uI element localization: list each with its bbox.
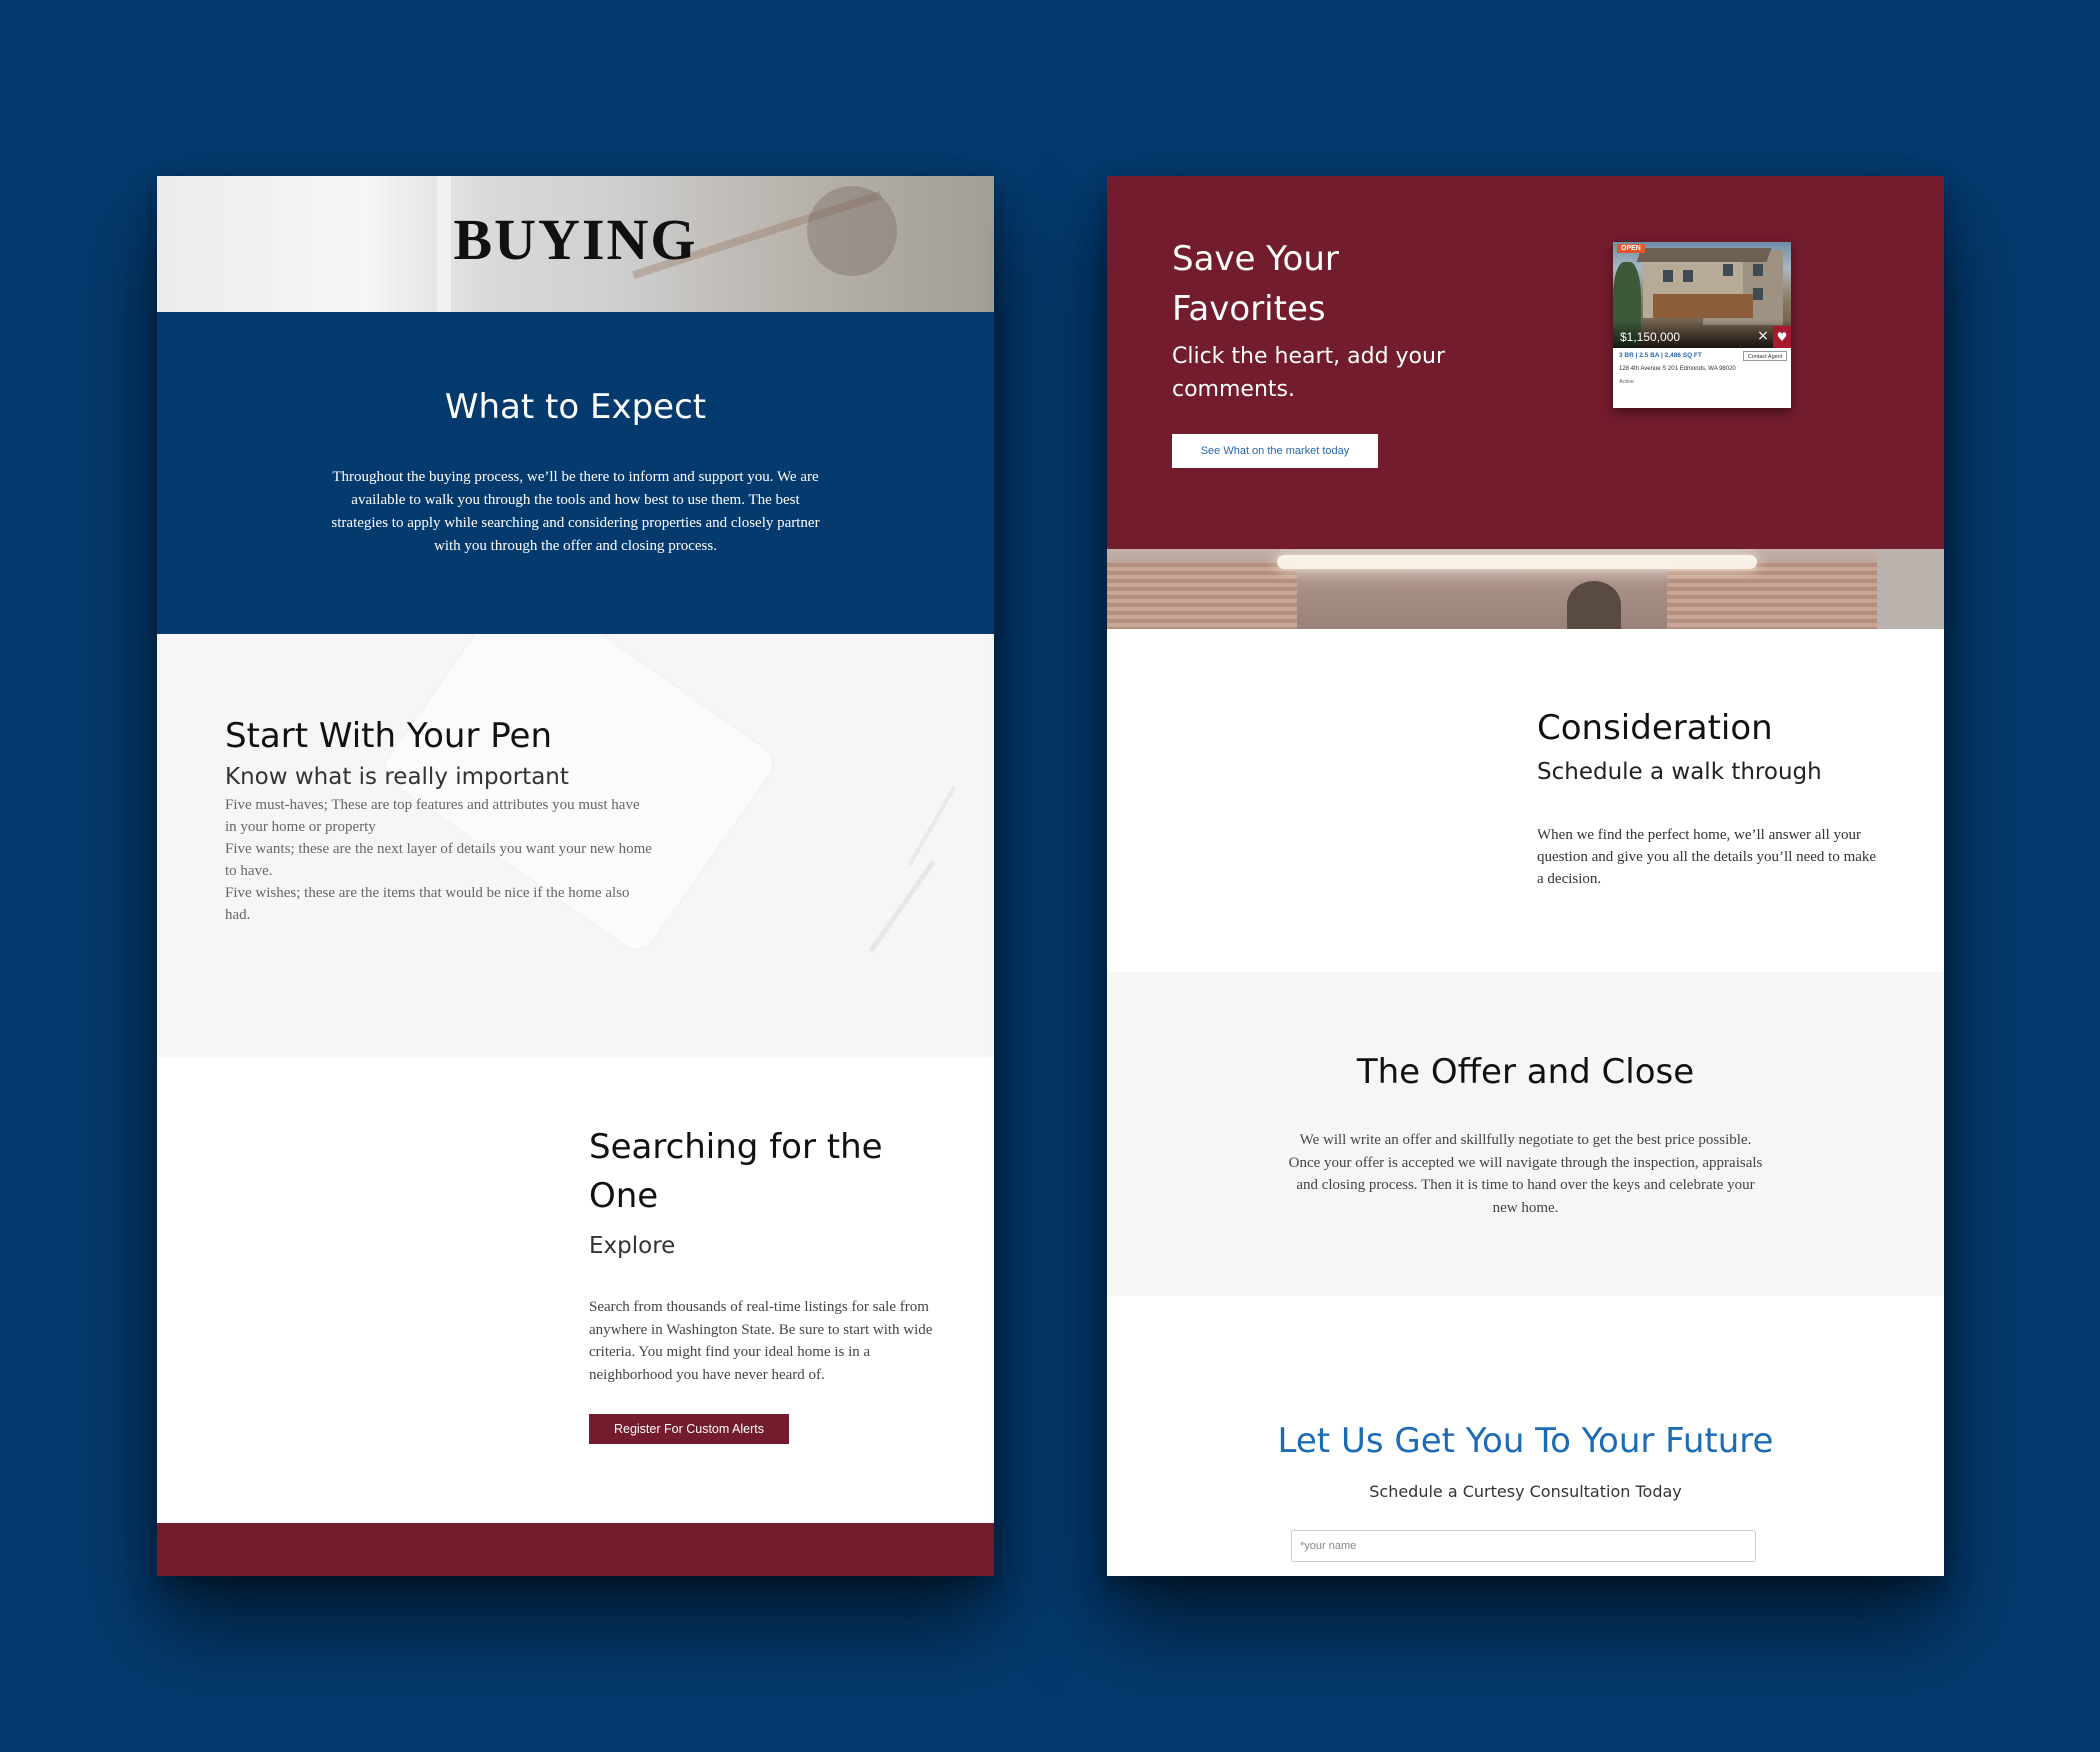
listing-status: Active <box>1619 379 1634 385</box>
register-alerts-button[interactable]: Register For Custom Alerts <box>589 1414 789 1444</box>
what-to-expect-section: What to Expect Throughout the buying pro… <box>157 312 994 634</box>
office-banner-image <box>1107 549 1944 629</box>
wants-paragraph: Five wants; these are the next layer of … <box>225 841 652 879</box>
consultation-section: Let Us Get You To Your Future Schedule a… <box>1107 1296 1944 1576</box>
searching-section: Searching for the One Explore Search fro… <box>157 1057 994 1523</box>
listing-price: $1,150,000 <box>1620 330 1681 344</box>
page-title: BUYING <box>453 207 698 272</box>
buying-hero-banner: BUYING <box>157 176 994 312</box>
name-input[interactable] <box>1291 1530 1756 1562</box>
section-title: Consideration <box>1537 708 1773 748</box>
section-subtitle: Schedule a Curtesy Consultation Today <box>1369 1482 1682 1501</box>
section-subtitle: Know what is really important <box>225 764 569 790</box>
section-subtitle: Explore <box>589 1233 676 1259</box>
listing-stats: 3 BR | 2.5 BA | 2,486 SQ FT <box>1619 352 1702 359</box>
buying-page-continued-mockup: Save Your Favorites Click the heart, add… <box>1107 176 1944 1576</box>
see-market-button[interactable]: See What on the market today <box>1172 434 1378 468</box>
save-favorites-section: Save Your Favorites Click the heart, add… <box>1107 176 1944 549</box>
section-title: Searching for the One <box>589 1127 883 1216</box>
listing-card[interactable]: OPEN $1,150,000 × ♥ 3 BR | 2.5 BA | 2,48… <box>1613 242 1791 408</box>
section-title: Start With Your Pen <box>225 716 553 756</box>
contact-agent-button[interactable]: Contact Agent <box>1743 351 1787 361</box>
close-icon[interactable]: × <box>1755 327 1771 345</box>
section-body: We will write an offer and skillfully ne… <box>1288 1132 1763 1216</box>
consideration-section: Consideration Schedule a walk through Wh… <box>1107 629 1944 972</box>
wishes-paragraph: Five wishes; these are the items that wo… <box>225 885 630 923</box>
listing-address: 128 4th Avenue S 201 Edmonds, WA 98020 <box>1619 366 1736 372</box>
section-subtitle: Click the heart, add your comments. <box>1172 344 1446 402</box>
open-house-badge: OPEN <box>1617 244 1645 253</box>
section-title: What to Expect <box>444 387 707 427</box>
must-haves-paragraph: Five must-haves; These are top features … <box>225 797 640 835</box>
heart-icon[interactable]: ♥ <box>1773 326 1791 348</box>
section-body: Search from thousands of real-time listi… <box>589 1299 933 1383</box>
pen-decoration <box>868 860 936 953</box>
section-subtitle: Schedule a walk through <box>1537 759 1822 785</box>
buying-page-mockup: BUYING What to Expect Throughout the buy… <box>157 176 994 1576</box>
section-title: Save Your Favorites <box>1172 239 1339 329</box>
section-title: The Offer and Close <box>1356 1052 1695 1092</box>
section-body: Throughout the buying process, we’ll be … <box>331 469 820 554</box>
section-title: Let Us Get You To Your Future <box>1277 1421 1774 1461</box>
offer-and-close-section: The Offer and Close We will write an off… <box>1107 972 1944 1296</box>
start-with-your-pen-section: Start With Your Pen Know what is really … <box>157 634 994 1057</box>
footer-band <box>157 1523 994 1576</box>
section-body: When we find the perfect home, we’ll ans… <box>1537 827 1877 887</box>
